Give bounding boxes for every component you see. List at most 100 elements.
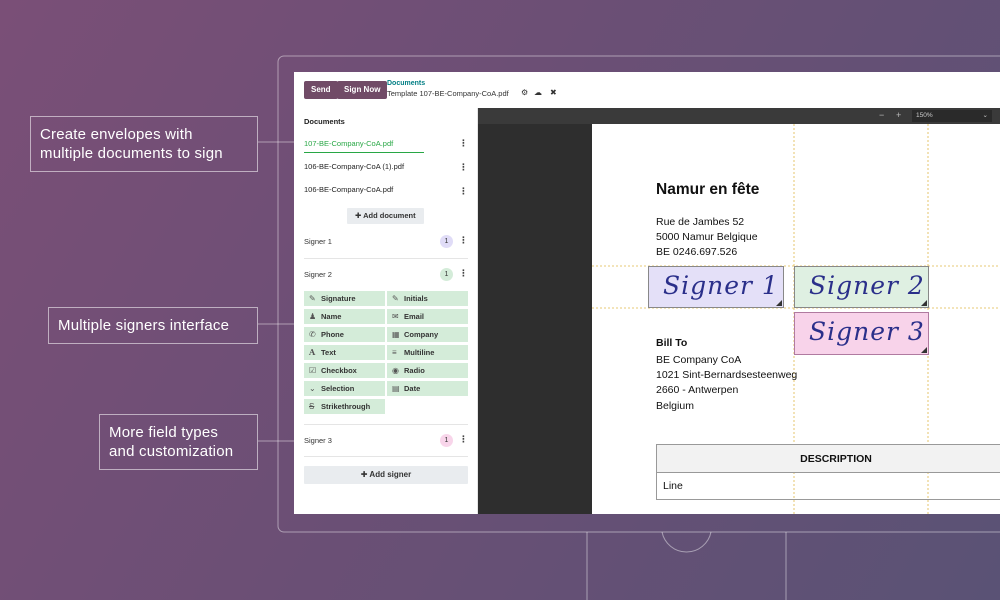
- user-icon: ♟: [309, 312, 317, 321]
- viewer-toolbar: − + 150% ⌄: [478, 108, 1000, 124]
- signature-field-label: Signer 1: [663, 271, 779, 300]
- signer-label[interactable]: Signer 2: [304, 270, 332, 279]
- field-initials[interactable]: ✎ Initials: [387, 291, 468, 306]
- field-label: Signature: [321, 294, 356, 303]
- callout-envelopes: Create envelopes with multiple documents…: [30, 116, 258, 172]
- gear-icon[interactable]: ⚙: [521, 88, 528, 97]
- strikethrough-icon: S: [309, 402, 315, 411]
- field-label: Selection: [321, 384, 355, 393]
- callout-fields: More field types and customization: [99, 414, 258, 470]
- zoom-in-button[interactable]: +: [896, 110, 901, 120]
- field-multiline[interactable]: ≡ Multiline: [387, 345, 468, 360]
- kebab-menu-icon[interactable]: ⋮: [459, 235, 468, 246]
- divider: [304, 258, 468, 259]
- checkbox-icon: ☑: [309, 366, 317, 375]
- envelope-icon: ✉: [392, 312, 399, 321]
- field-checkbox[interactable]: ☑ Checkbox: [304, 363, 385, 378]
- document-item[interactable]: 106-BE-Company-CoA.pdf: [304, 185, 393, 194]
- kebab-menu-icon[interactable]: ⋮: [459, 268, 468, 279]
- field-label: Checkbox: [321, 366, 357, 375]
- signature-field-signer-1[interactable]: Signer 1: [648, 266, 784, 308]
- field-email[interactable]: ✉ Email: [387, 309, 468, 324]
- kebab-menu-icon[interactable]: ⋮: [459, 186, 468, 197]
- field-label: Radio: [404, 366, 425, 375]
- field-label: Phone: [321, 330, 344, 339]
- field-phone[interactable]: ✆ Phone: [304, 327, 385, 342]
- edit-icon: ✎: [392, 294, 399, 303]
- phone-icon: ✆: [309, 330, 316, 339]
- kebab-menu-icon[interactable]: ⋮: [459, 138, 468, 149]
- document-title: Namur en fête: [656, 181, 760, 198]
- field-selection[interactable]: ⌄ Selection: [304, 381, 385, 396]
- cloud-upload-icon[interactable]: ☁: [534, 88, 542, 97]
- zoom-value: 150%: [916, 112, 933, 119]
- close-icon[interactable]: ✖: [550, 88, 557, 97]
- callout-signers: Multiple signers interface: [48, 307, 258, 344]
- signature-field-signer-3[interactable]: Signer 3: [794, 312, 929, 355]
- breadcrumb-parent[interactable]: Documents: [387, 80, 425, 87]
- field-label: Text: [321, 348, 336, 357]
- add-document-button[interactable]: ✚ Add document: [347, 208, 424, 224]
- field-label: Email: [404, 312, 425, 321]
- callout-line: More field types: [109, 424, 219, 441]
- signature-field-label: Signer 3: [809, 317, 925, 346]
- resize-handle[interactable]: [921, 347, 927, 353]
- radio-icon: ◉: [392, 366, 399, 375]
- address-line: 5000 Namur Belgique: [656, 231, 758, 243]
- field-label: Date: [404, 384, 421, 393]
- resize-handle[interactable]: [921, 300, 927, 306]
- field-label: Name: [321, 312, 342, 321]
- table-row: Line: [663, 480, 683, 492]
- bill-to-line: 2660 - Antwerpen: [656, 384, 739, 396]
- callout-line: Create envelopes with: [40, 126, 193, 143]
- divider: [304, 456, 468, 457]
- callout-line: multiple documents to sign: [40, 145, 223, 162]
- field-name[interactable]: ♟ Name: [304, 309, 385, 324]
- sign-now-button[interactable]: Sign Now: [337, 81, 388, 99]
- plus-icon: ✚: [355, 211, 364, 220]
- bill-to-heading: Bill To: [656, 337, 688, 349]
- document-item[interactable]: 106-BE-Company-CoA (1).pdf: [304, 162, 404, 171]
- zoom-select[interactable]: 150% ⌄: [912, 110, 992, 122]
- field-company[interactable]: ▦ Company: [387, 327, 468, 342]
- chevron-down-icon: ⌄: [982, 112, 988, 119]
- chevron-down-icon: ⌄: [309, 384, 316, 393]
- bill-to-line: BE Company CoA: [656, 354, 742, 366]
- pdf-viewer: − + 150% ⌄ Namur en fête Rue de Jambes 5…: [478, 108, 1000, 514]
- signer-label[interactable]: Signer 3: [304, 436, 332, 445]
- callout-line: and customization: [109, 443, 234, 460]
- description-table: DESCRIPTION Line: [656, 444, 1000, 500]
- address-line: BE 0246.697.526: [656, 246, 738, 258]
- breadcrumb-current: Template 107-BE-Company-CoA.pdf: [387, 89, 509, 98]
- document-item[interactable]: 107-BE-Company-CoA.pdf: [304, 139, 393, 148]
- lines-icon: ≡: [392, 348, 397, 357]
- address-line: Rue de Jambes 52: [656, 216, 745, 228]
- field-date[interactable]: ▤ Date: [387, 381, 468, 396]
- bill-to-line: 1021 Sint-Bernardsesteenweg: [656, 369, 798, 381]
- add-signer-label: Add signer: [369, 470, 412, 479]
- signer-label[interactable]: Signer 1: [304, 237, 332, 246]
- kebab-menu-icon[interactable]: ⋮: [459, 162, 468, 173]
- pen-icon: ✎: [309, 294, 316, 303]
- field-radio[interactable]: ◉ Radio: [387, 363, 468, 378]
- field-strikethrough[interactable]: S Strikethrough: [304, 399, 385, 414]
- field-text[interactable]: A Text: [304, 345, 385, 360]
- active-underline: [304, 152, 424, 153]
- signer-count-badge: 1: [440, 235, 453, 248]
- top-bar: Send Sign Now Documents Template 107-BE-…: [294, 72, 1000, 108]
- bill-to-line: Belgium: [656, 400, 694, 412]
- table-header: DESCRIPTION: [657, 445, 1000, 473]
- signature-field-signer-2[interactable]: Signer 2: [794, 266, 929, 308]
- signature-field-label: Signer 2: [809, 271, 925, 300]
- send-button[interactable]: Send: [304, 81, 338, 99]
- field-label: Initials: [404, 294, 428, 303]
- field-label: Company: [404, 330, 439, 339]
- resize-handle[interactable]: [776, 300, 782, 306]
- zoom-out-button[interactable]: −: [879, 110, 884, 120]
- document-page: Namur en fête Rue de Jambes 52 5000 Namu…: [592, 124, 1000, 514]
- field-signature[interactable]: ✎ Signature: [304, 291, 385, 306]
- app-window: Send Sign Now Documents Template 107-BE-…: [294, 72, 1000, 514]
- kebab-menu-icon[interactable]: ⋮: [459, 434, 468, 445]
- field-label: Strikethrough: [321, 402, 371, 411]
- add-signer-button[interactable]: ✚ Add signer: [304, 466, 468, 484]
